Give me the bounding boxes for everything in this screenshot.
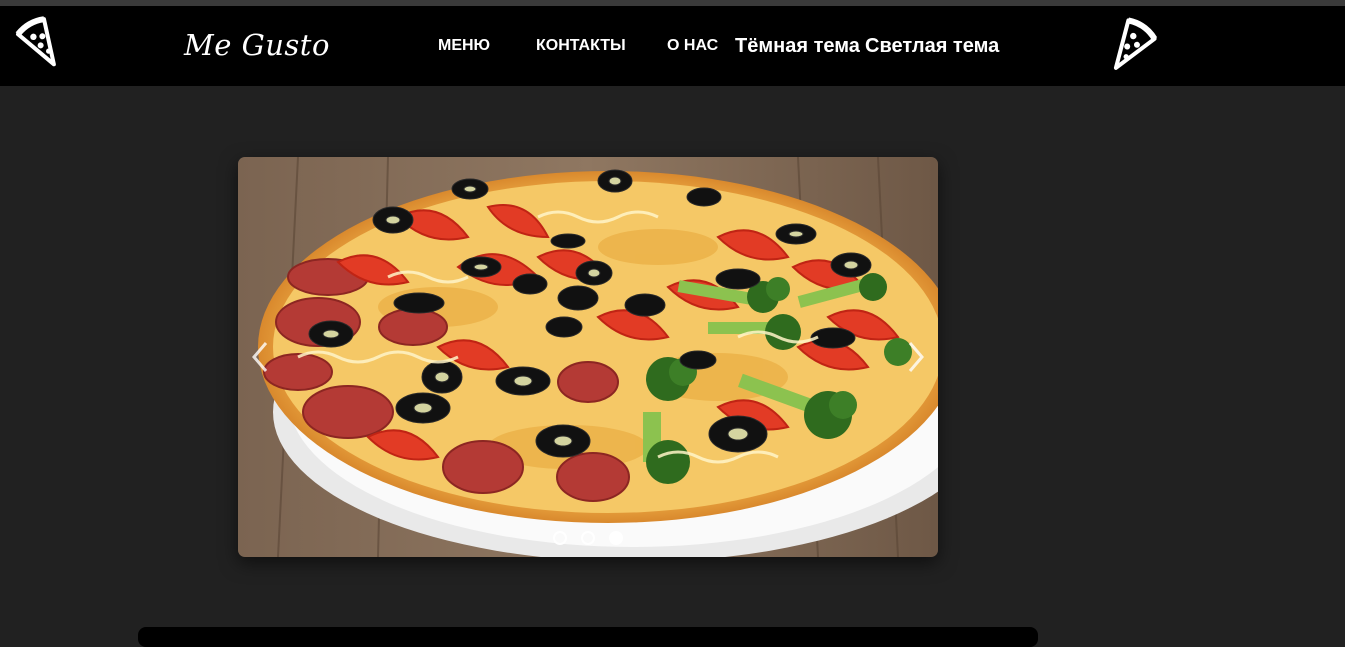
content-section-top [138,627,1038,647]
carousel-indicator-2[interactable] [581,531,595,545]
pizza-slide-image [238,157,938,557]
carousel-prev-button[interactable] [240,333,280,381]
dark-theme-button[interactable]: Тёмная тема [735,35,860,58]
carousel-next-button[interactable] [896,333,936,381]
nav-link-about[interactable]: О НАС [667,37,718,55]
chevron-right-icon [908,342,924,372]
chevron-left-icon [252,342,268,372]
carousel-indicator-1[interactable] [553,531,567,545]
brand-logo[interactable]: Me Gusto [184,28,330,62]
carousel-indicators [238,531,938,547]
pizza-slice-icon[interactable] [14,14,68,79]
light-theme-button[interactable]: Светлая тема [865,35,999,58]
carousel-indicator-3[interactable] [609,531,623,545]
pizza-carousel [238,157,938,557]
nav-link-contacts[interactable]: КОНТАКТЫ [536,37,626,55]
nav-link-menu[interactable]: МЕНЮ [438,37,490,55]
pizza-slice-icon[interactable] [1100,16,1160,81]
navbar: Me Gusto МЕНЮ КОНТАКТЫ О НАС Тёмная тема… [0,6,1345,86]
